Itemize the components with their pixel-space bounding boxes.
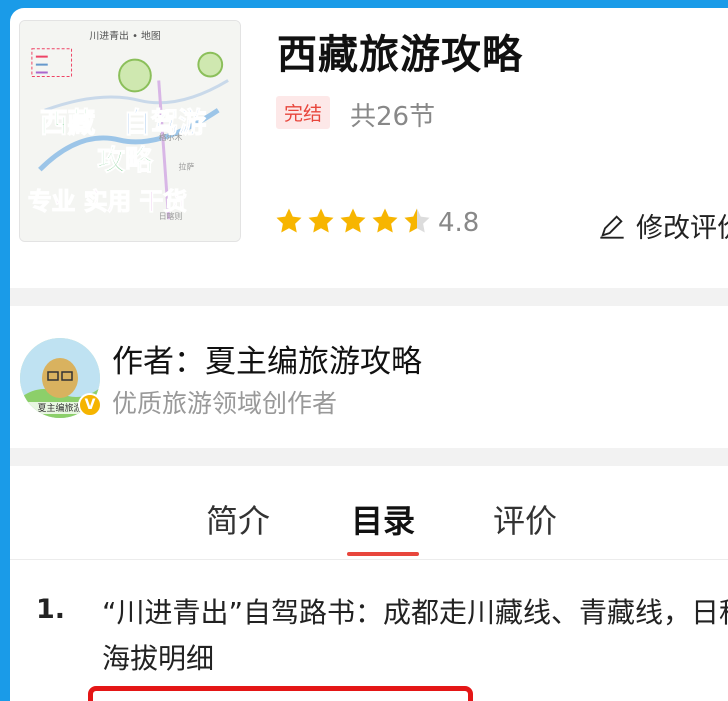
active-tab-indicator [347, 552, 419, 556]
toc-item-title[interactable]: “川进青出”自驾路书：成都走川藏线、青藏线，日程、海拔明细 [102, 590, 728, 682]
author-description: 优质旅游领域创作者 [112, 389, 338, 418]
avatar-label: 夏主编旅游 [37, 402, 82, 414]
tab-bar-divider [10, 559, 728, 560]
highlight-box [88, 686, 473, 701]
star-icon [340, 208, 366, 233]
svg-text:拉萨: 拉萨 [179, 162, 195, 172]
tab-bar: 简介 目录 评价 [10, 480, 728, 560]
rating-value: 4.8 [438, 208, 480, 238]
edit-review-button[interactable]: 修改评价 [598, 206, 728, 245]
tab-reviews[interactable]: 评价 [493, 496, 557, 542]
cover-title-2: 攻略 [97, 144, 154, 177]
section-divider [10, 288, 728, 306]
tab-catalog[interactable]: 目录 [351, 496, 415, 542]
section-count: 共26节 [350, 102, 436, 132]
pencil-icon [600, 214, 624, 239]
status-badge: 完结 [276, 96, 331, 129]
cover-title-3: 专业 实用 干货 [28, 187, 187, 215]
tab-intro[interactable]: 简介 [206, 496, 270, 542]
section-divider [10, 448, 728, 466]
star-icon [276, 208, 302, 233]
half-star-icon [404, 208, 430, 233]
cover-top-label: 川进青出 • 地图 [89, 29, 161, 42]
rating-stars [274, 206, 432, 236]
book-title: 西藏旅游攻略 [277, 32, 523, 78]
app-page: 格尔木 拉萨 日喀则 川进青出 • 地图 西藏 自驾游 攻略 专业 实用 干货 … [10, 8, 728, 701]
book-cover-image[interactable]: 格尔木 拉萨 日喀则 川进青出 • 地图 西藏 自驾游 攻略 专业 实用 干货 [19, 20, 241, 242]
star-icon [308, 208, 334, 233]
star-icon [372, 208, 398, 233]
cover-title-1: 西藏 [40, 106, 96, 139]
cover-title-1b: 自驾游 [123, 106, 206, 139]
verified-badge: V [78, 393, 102, 417]
edit-review-label: 修改评价 [636, 213, 728, 244]
toc-item-number: 1. [36, 594, 66, 625]
author-name[interactable]: 作者：夏主编旅游攻略 [112, 336, 422, 381]
